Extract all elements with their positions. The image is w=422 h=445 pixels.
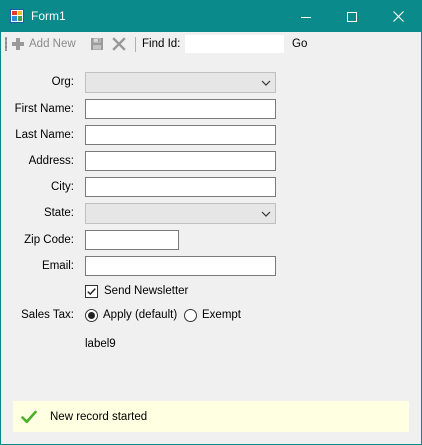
maximize-icon bbox=[347, 11, 357, 22]
chevron-down-icon bbox=[261, 80, 271, 86]
first-name-field[interactable] bbox=[85, 99, 276, 119]
app-icon bbox=[10, 9, 24, 23]
chevron-down-icon bbox=[261, 211, 271, 217]
state-combobox[interactable] bbox=[85, 203, 276, 224]
status-bar: New record started bbox=[13, 401, 409, 432]
email-label: Email: bbox=[42, 260, 74, 272]
apply-radio-option[interactable]: Apply (default) bbox=[85, 307, 177, 323]
apply-radio-label: Apply (default) bbox=[103, 309, 178, 321]
delete-icon bbox=[112, 37, 126, 51]
maximize-button[interactable] bbox=[329, 1, 375, 32]
window-title: Form1 bbox=[31, 9, 66, 23]
save-button[interactable] bbox=[90, 35, 104, 53]
toolbar: Add New Find Id: Go bbox=[1, 32, 421, 56]
delete-button[interactable] bbox=[112, 35, 126, 53]
form-window: Form1 Add New Find Id: Go Org: First Nam… bbox=[0, 0, 422, 445]
last-name-label: Last Name: bbox=[15, 129, 74, 141]
last-name-field[interactable] bbox=[85, 125, 276, 145]
save-icon bbox=[91, 38, 103, 50]
go-button[interactable]: Go bbox=[292, 35, 307, 53]
apply-radio-button[interactable] bbox=[85, 308, 98, 322]
send-newsletter-checkbox-row[interactable]: Send Newsletter bbox=[85, 283, 188, 299]
zip-code-label: Zip Code: bbox=[24, 234, 74, 246]
zip-code-field[interactable] bbox=[85, 230, 179, 250]
state-label: State: bbox=[43, 207, 74, 219]
exempt-radio-button[interactable] bbox=[184, 308, 197, 322]
toolbar-separator bbox=[135, 37, 136, 52]
city-field[interactable] bbox=[85, 177, 276, 197]
checkmark-icon bbox=[87, 287, 96, 295]
sales-tax-label: Sales Tax: bbox=[21, 309, 74, 321]
add-new-label: Add New bbox=[29, 38, 76, 50]
city-label: City: bbox=[51, 181, 74, 193]
exempt-radio-label: Exempt bbox=[202, 309, 241, 321]
title-bar[interactable]: Form1 bbox=[1, 1, 421, 32]
toolbar-grip-handle[interactable] bbox=[5, 37, 7, 51]
close-icon bbox=[392, 11, 404, 22]
find-id-input[interactable] bbox=[185, 35, 284, 53]
add-new-button[interactable]: Add New bbox=[12, 35, 76, 53]
org-label: Org: bbox=[51, 76, 74, 88]
label9-text: label9 bbox=[85, 338, 116, 350]
exempt-radio-option[interactable]: Exempt bbox=[184, 307, 241, 323]
send-newsletter-checkbox[interactable] bbox=[85, 284, 98, 298]
first-name-label: First Name: bbox=[14, 103, 74, 115]
address-label: Address: bbox=[28, 155, 74, 167]
status-message: New record started bbox=[50, 410, 148, 423]
address-field[interactable] bbox=[85, 151, 276, 171]
find-id-label: Find Id: bbox=[142, 38, 181, 50]
email-field[interactable] bbox=[85, 256, 276, 276]
minimize-icon bbox=[301, 16, 311, 18]
close-button[interactable] bbox=[375, 1, 421, 32]
send-newsletter-label: Send Newsletter bbox=[104, 285, 189, 297]
plus-icon bbox=[12, 38, 24, 50]
minimize-button[interactable] bbox=[283, 1, 329, 32]
org-combobox[interactable] bbox=[85, 72, 276, 93]
success-check-icon bbox=[21, 410, 37, 423]
